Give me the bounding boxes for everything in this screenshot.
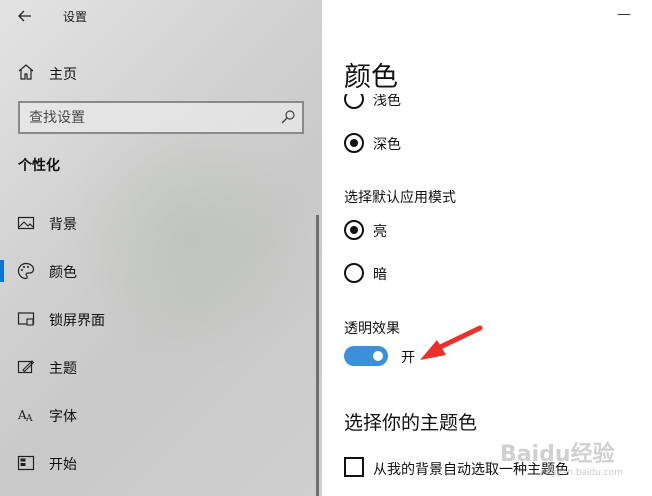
sidebar-item-home[interactable]: 主页: [0, 58, 322, 88]
radio-label: 亮: [373, 224, 387, 240]
toggle-state-label: 开: [401, 350, 415, 366]
sidebar-item-start[interactable]: 开始: [0, 446, 322, 480]
image-icon: [17, 216, 35, 230]
sidebar: 设置 主页 个性化 背景 颜色 锁屏界面: [0, 0, 322, 496]
watermark-url: jingyan.baidu.com: [540, 468, 624, 478]
radio-button[interactable]: [344, 263, 364, 283]
arrow-left-icon: [18, 10, 31, 22]
radio-label: 深色: [373, 137, 401, 153]
font-icon: A A: [17, 408, 33, 424]
content-pane: 浅色 颜色 深色 选择默认应用模式 亮 暗 透明效果 开 选择你的主题色 从我的…: [322, 0, 652, 496]
radio-label: 暗: [373, 267, 387, 283]
sidebar-item-label: 字体: [49, 409, 77, 425]
sidebar-item-label: 开始: [49, 457, 77, 473]
sidebar-item-colors[interactable]: 颜色: [0, 254, 322, 288]
app-title: 设置: [63, 10, 88, 24]
section-title: 个性化: [18, 158, 60, 174]
auto-accent-checkbox[interactable]: [344, 457, 364, 477]
radio-button[interactable]: [344, 220, 364, 240]
theme-icon: [17, 360, 35, 374]
sidebar-item-fonts[interactable]: A A 字体: [0, 398, 322, 432]
sidebar-item-label: 主题: [49, 361, 77, 377]
home-icon: [18, 64, 34, 80]
sidebar-item-label: 颜色: [49, 265, 77, 281]
lock-screen-icon: [17, 312, 35, 326]
back-button[interactable]: [14, 6, 36, 26]
sidebar-item-lock-screen[interactable]: 锁屏界面: [0, 302, 322, 336]
watermark-logo: Baidu经验: [500, 442, 615, 467]
transparency-heading: 透明效果: [344, 321, 400, 337]
svg-text:A: A: [25, 414, 33, 424]
accent-heading: 选择你的主题色: [344, 412, 478, 434]
start-icon: [17, 455, 35, 471]
search-icon[interactable]: [280, 109, 296, 125]
selection-indicator: [0, 260, 4, 282]
sidebar-scrollbar[interactable]: [316, 215, 319, 496]
sidebar-item-label: 主页: [49, 67, 77, 83]
transparency-toggle[interactable]: [344, 346, 388, 366]
title-bar: 设置: [0, 0, 322, 32]
palette-icon: [17, 262, 35, 280]
radio-button[interactable]: [344, 133, 364, 153]
sidebar-item-themes[interactable]: 主题: [0, 350, 322, 384]
search-box[interactable]: [18, 101, 304, 134]
minimize-button[interactable]: [618, 14, 630, 15]
search-input[interactable]: [20, 103, 270, 132]
page-title: 颜色: [344, 55, 418, 94]
sidebar-item-label: 锁屏界面: [49, 313, 105, 329]
sidebar-item-label: 背景: [49, 217, 77, 233]
app-mode-heading: 选择默认应用模式: [344, 190, 456, 206]
sidebar-item-background[interactable]: 背景: [0, 206, 322, 240]
